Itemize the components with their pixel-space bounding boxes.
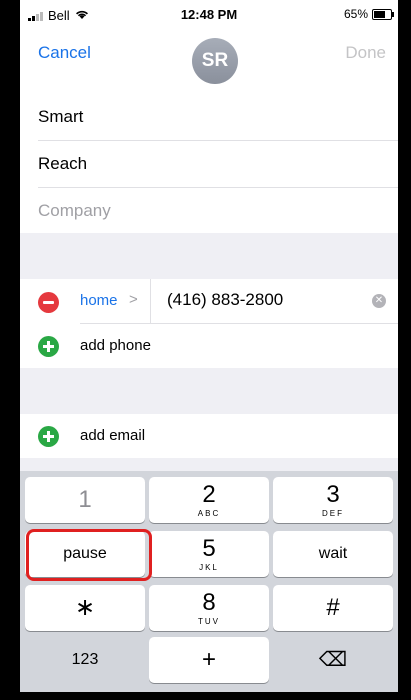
key-2[interactable]: 2 ABC [149, 477, 269, 523]
add-phone-icon[interactable] [38, 336, 59, 357]
plus-icon: + [201, 646, 216, 673]
add-phone-label[interactable]: add phone [80, 337, 151, 354]
cancel-button[interactable]: Cancel [38, 43, 91, 63]
key-5[interactable]: 5 JKL [149, 531, 269, 577]
done-button[interactable]: Done [345, 43, 386, 63]
avatar[interactable]: SR [192, 38, 238, 84]
section-spacer [20, 233, 398, 279]
battery-group: 65% [343, 7, 394, 21]
status-bar: Bell 12:48 PM 65% [20, 0, 398, 30]
key-plus[interactable]: + [149, 637, 269, 683]
add-email-label[interactable]: add email [80, 427, 145, 444]
phone-label[interactable]: home [80, 292, 118, 309]
asterisk-icon: ∗ [74, 594, 96, 621]
pause-highlight [26, 529, 152, 581]
first-name-field[interactable]: Smart [38, 94, 398, 141]
key-delete[interactable]: ⌫ [273, 637, 393, 683]
phone-keypad: 1 2 ABC 3 DEF pause 5 JKL wait ∗ 8 TUV # [20, 471, 398, 692]
status-time: 12:48 PM [180, 7, 238, 22]
add-phone-row[interactable]: add phone [20, 324, 398, 368]
divider [150, 279, 151, 323]
key-123[interactable]: 123 [25, 637, 145, 683]
chevron-right-icon: > [129, 291, 138, 308]
key-8[interactable]: 8 TUV [149, 585, 269, 631]
nav-bar: Cancel SR Done [20, 30, 398, 90]
edit-contact-screen: Bell 12:48 PM 65% Cancel SR Done Smart R… [20, 0, 398, 692]
key-hash[interactable]: # [273, 585, 393, 631]
phone-number-field[interactable]: (416) 883-2800 [167, 290, 283, 310]
battery-icon [372, 8, 394, 20]
company-field[interactable]: Company [38, 188, 398, 234]
last-name-field[interactable]: Reach [38, 141, 398, 188]
key-wait[interactable]: wait [273, 531, 393, 577]
phone-row: home > (416) 883-2800 ✕ [20, 279, 398, 323]
key-3[interactable]: 3 DEF [273, 477, 393, 523]
backspace-icon: ⌫ [318, 649, 348, 671]
key-1[interactable]: 1 [25, 477, 145, 523]
add-email-icon[interactable] [38, 426, 59, 447]
remove-phone-icon[interactable] [38, 292, 59, 313]
hash-icon: # [326, 594, 340, 621]
battery-percent: 65% [343, 7, 368, 21]
section-spacer [20, 368, 398, 414]
section-spacer [20, 458, 398, 471]
clear-icon[interactable]: ✕ [372, 294, 386, 308]
add-email-row[interactable]: add email [20, 414, 398, 458]
key-star[interactable]: ∗ [25, 585, 145, 631]
